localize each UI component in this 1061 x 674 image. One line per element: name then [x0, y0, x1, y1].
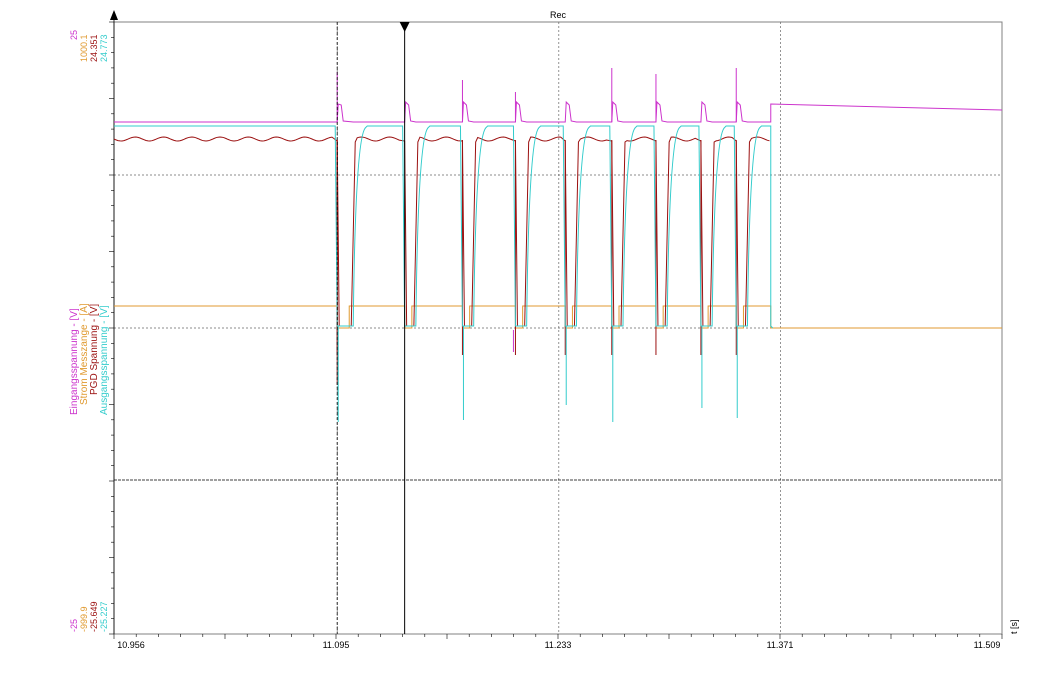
chart-svg: Rec 10.956 11.095 11.233 11.371 11.509 t… — [69, 10, 1019, 650]
x-tick-label: 11.371 — [767, 640, 794, 650]
x-tick-label: 10.956 — [117, 640, 145, 650]
ticks-layer — [109, 10, 1003, 639]
series-layer — [113, 68, 1003, 422]
legend-ausgangsspannung: Ausgangsspannung - [V] — [99, 305, 110, 415]
x-tick-label: 11.233 — [545, 640, 572, 650]
y-scale-min-labels: -25 -999.9 -25.649 -25.227 — [69, 601, 109, 632]
scale-max-ausgang: 24.773 — [99, 34, 109, 62]
series-ausgangsspannung — [114, 125, 774, 329]
y-scale-max-labels: 25 1000.1 24.351 24.773 — [69, 30, 109, 62]
scale-min-eingang: -25 — [69, 619, 79, 632]
x-axis-label: t [s] — [1009, 619, 1019, 634]
scale-min-strom: -999.9 — [79, 606, 89, 632]
scale-max-pgd: 24.351 — [89, 34, 99, 62]
legend: Eingangsspannung - [V] Strom Messzange -… — [69, 303, 110, 415]
scale-max-strom: 1000.1 — [79, 34, 89, 62]
series-pgd-spannung — [113, 136, 770, 327]
scale-min-pgd: -25.649 — [89, 601, 99, 632]
scale-max-eingang: 25 — [69, 30, 79, 40]
series-strom-messzange — [114, 305, 1002, 329]
cursor-handle-icon[interactable] — [399, 22, 410, 32]
x-tick-label: 11.509 — [974, 640, 1001, 650]
x-tick-label: 11.095 — [323, 640, 350, 650]
scale-min-ausgang: -25.227 — [99, 601, 109, 632]
series-eingangsspannung — [114, 100, 1003, 123]
x-tick-labels: 10.956 11.095 11.233 11.371 11.509 — [117, 640, 1000, 650]
chart-title: Rec — [550, 10, 567, 20]
